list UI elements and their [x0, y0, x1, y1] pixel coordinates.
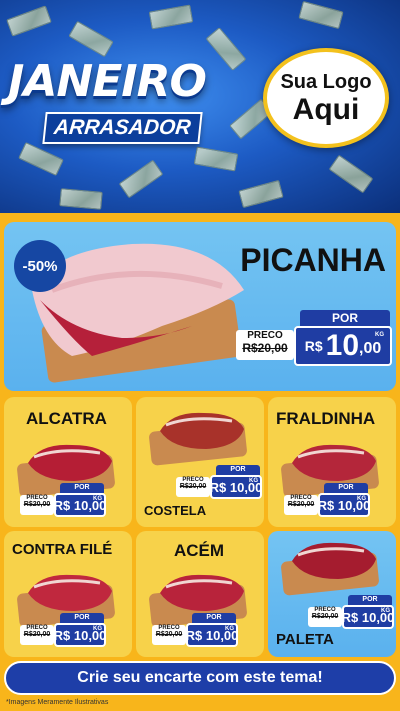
unit-label: KG	[225, 626, 234, 632]
money-bill	[118, 159, 164, 199]
price-tag: PRECO R$20,00 POR R$ 10,00 KG	[308, 595, 394, 635]
old-price-box: PRECO R$20,00	[284, 495, 318, 515]
money-bill	[298, 0, 344, 30]
new-price: R$ 10 ,00 KG	[294, 326, 392, 366]
product-name: CONTRA FILÉ	[12, 541, 113, 558]
money-bill	[238, 179, 284, 209]
unit-label: KG	[381, 608, 390, 614]
new-price: R$ 10,00 KG	[342, 605, 394, 629]
meat-image	[160, 412, 244, 449]
money-bill	[59, 188, 103, 210]
header-banner: JANEIRO ARRASADOR Sua Logo Aqui	[0, 0, 400, 213]
por-label: POR	[192, 613, 236, 623]
new-price: R$ 10,00 KG	[54, 493, 106, 517]
price-tag: PRECO R$20,00 POR R$ 10,00 KG	[176, 465, 262, 505]
por-label: POR	[60, 483, 104, 493]
old-price: R$20,00	[287, 501, 315, 508]
old-price: R$20,00	[179, 483, 207, 490]
unit-label: KG	[249, 478, 258, 484]
product-card: COSTELA PRECO R$20,00 POR R$ 10,00 KG	[136, 397, 264, 527]
unit-label: KG	[93, 626, 102, 632]
new-price: R$ 10,00 KG	[54, 623, 106, 647]
old-price: R$20,00	[242, 341, 288, 355]
unit-label: KG	[93, 496, 102, 502]
new-price: R$ 10,00 KG	[210, 475, 262, 499]
unit-label: KG	[375, 332, 384, 338]
old-price: R$20,00	[155, 631, 183, 638]
price-integer: 10	[325, 329, 360, 362]
new-price: R$ 10,00 KG	[186, 623, 238, 647]
price-tag: PRECO R$20,00 POR R$ 10,00 KG	[152, 613, 238, 653]
old-price-box: PRECO R$20,00	[152, 625, 186, 645]
money-bill	[205, 27, 247, 71]
old-price-box: PRECO R$20,00	[20, 495, 54, 515]
price-decimal: ,00	[359, 340, 382, 357]
old-price: R$20,00	[23, 501, 51, 508]
discount-badge: -50%	[14, 240, 66, 292]
unit-label: KG	[357, 496, 366, 502]
meat-image	[292, 444, 376, 481]
currency: R$	[304, 338, 323, 354]
por-label: POR	[60, 613, 104, 623]
money-bill	[193, 146, 239, 172]
logo-text-line1: Sua Logo	[280, 70, 372, 93]
product-card: PALETA PRECO R$20,00 POR R$ 10,00 KG	[268, 531, 396, 657]
campaign-title: JANEIRO	[8, 56, 207, 107]
price-tag: PRECO R$20,00 POR R$ 10,00 KG	[284, 483, 370, 523]
money-bill	[328, 154, 374, 194]
hero-card-picanha: -50% PICANHA PRECO R$20,00 POR R$ 10 ,00…	[4, 222, 396, 391]
campaign-subtitle: ARRASADOR	[42, 112, 203, 144]
meat-image	[28, 444, 112, 481]
money-bill	[68, 20, 114, 58]
money-bill	[18, 141, 64, 177]
por-label: POR	[300, 310, 390, 326]
product-card: ACÉM PRECO R$20,00 POR R$ 10,00 KG	[136, 531, 264, 657]
preco-label: PRECO	[247, 330, 283, 341]
cta-banner[interactable]: Crie seu encarte com este tema!	[4, 661, 396, 695]
old-price: R$20,00	[23, 631, 51, 638]
product-name: ACÉM	[174, 541, 225, 560]
new-price: R$ 10,00 KG	[318, 493, 370, 517]
meat-image	[28, 574, 112, 611]
product-name: COSTELA	[144, 503, 207, 518]
por-label: POR	[348, 595, 392, 605]
money-bill	[6, 5, 52, 37]
old-price-box: PRECO R$20,00	[308, 607, 342, 627]
old-price-box: PRECO R$20,00	[236, 330, 294, 360]
logo-text-line2: Aqui	[292, 92, 360, 126]
old-price: R$20,00	[311, 613, 339, 620]
por-label: POR	[324, 483, 368, 493]
logo-placeholder: Sua Logo Aqui	[263, 48, 389, 148]
por-label: POR	[216, 465, 260, 475]
product-card: CONTRA FILÉ PRECO R$20,00 POR R$ 10,00 KG	[4, 531, 132, 657]
disclaimer-text: *Imagens Meramente Ilustrativas	[6, 699, 109, 706]
price-tag: PRECO R$20,00 POR R$ 10 ,00 KG	[236, 308, 394, 374]
product-name: ALCATRA	[26, 409, 107, 428]
product-card: ALCATRA PRECO R$20,00 POR R$ 10,00 KG	[4, 397, 132, 527]
old-price-box: PRECO R$20,00	[20, 625, 54, 645]
price-tag: PRECO R$20,00 POR R$ 10,00 KG	[20, 483, 106, 523]
meat-image	[292, 542, 376, 579]
price-tag: PRECO R$20,00 POR R$ 10,00 KG	[20, 613, 106, 653]
money-bill	[148, 4, 194, 30]
meat-image	[160, 574, 244, 611]
product-name: FRALDINHA	[276, 409, 376, 428]
old-price-box: PRECO R$20,00	[176, 477, 210, 497]
product-card: FRALDINHA PRECO R$20,00 POR R$ 10,00 KG	[268, 397, 396, 527]
product-name: PICANHA	[240, 242, 386, 278]
